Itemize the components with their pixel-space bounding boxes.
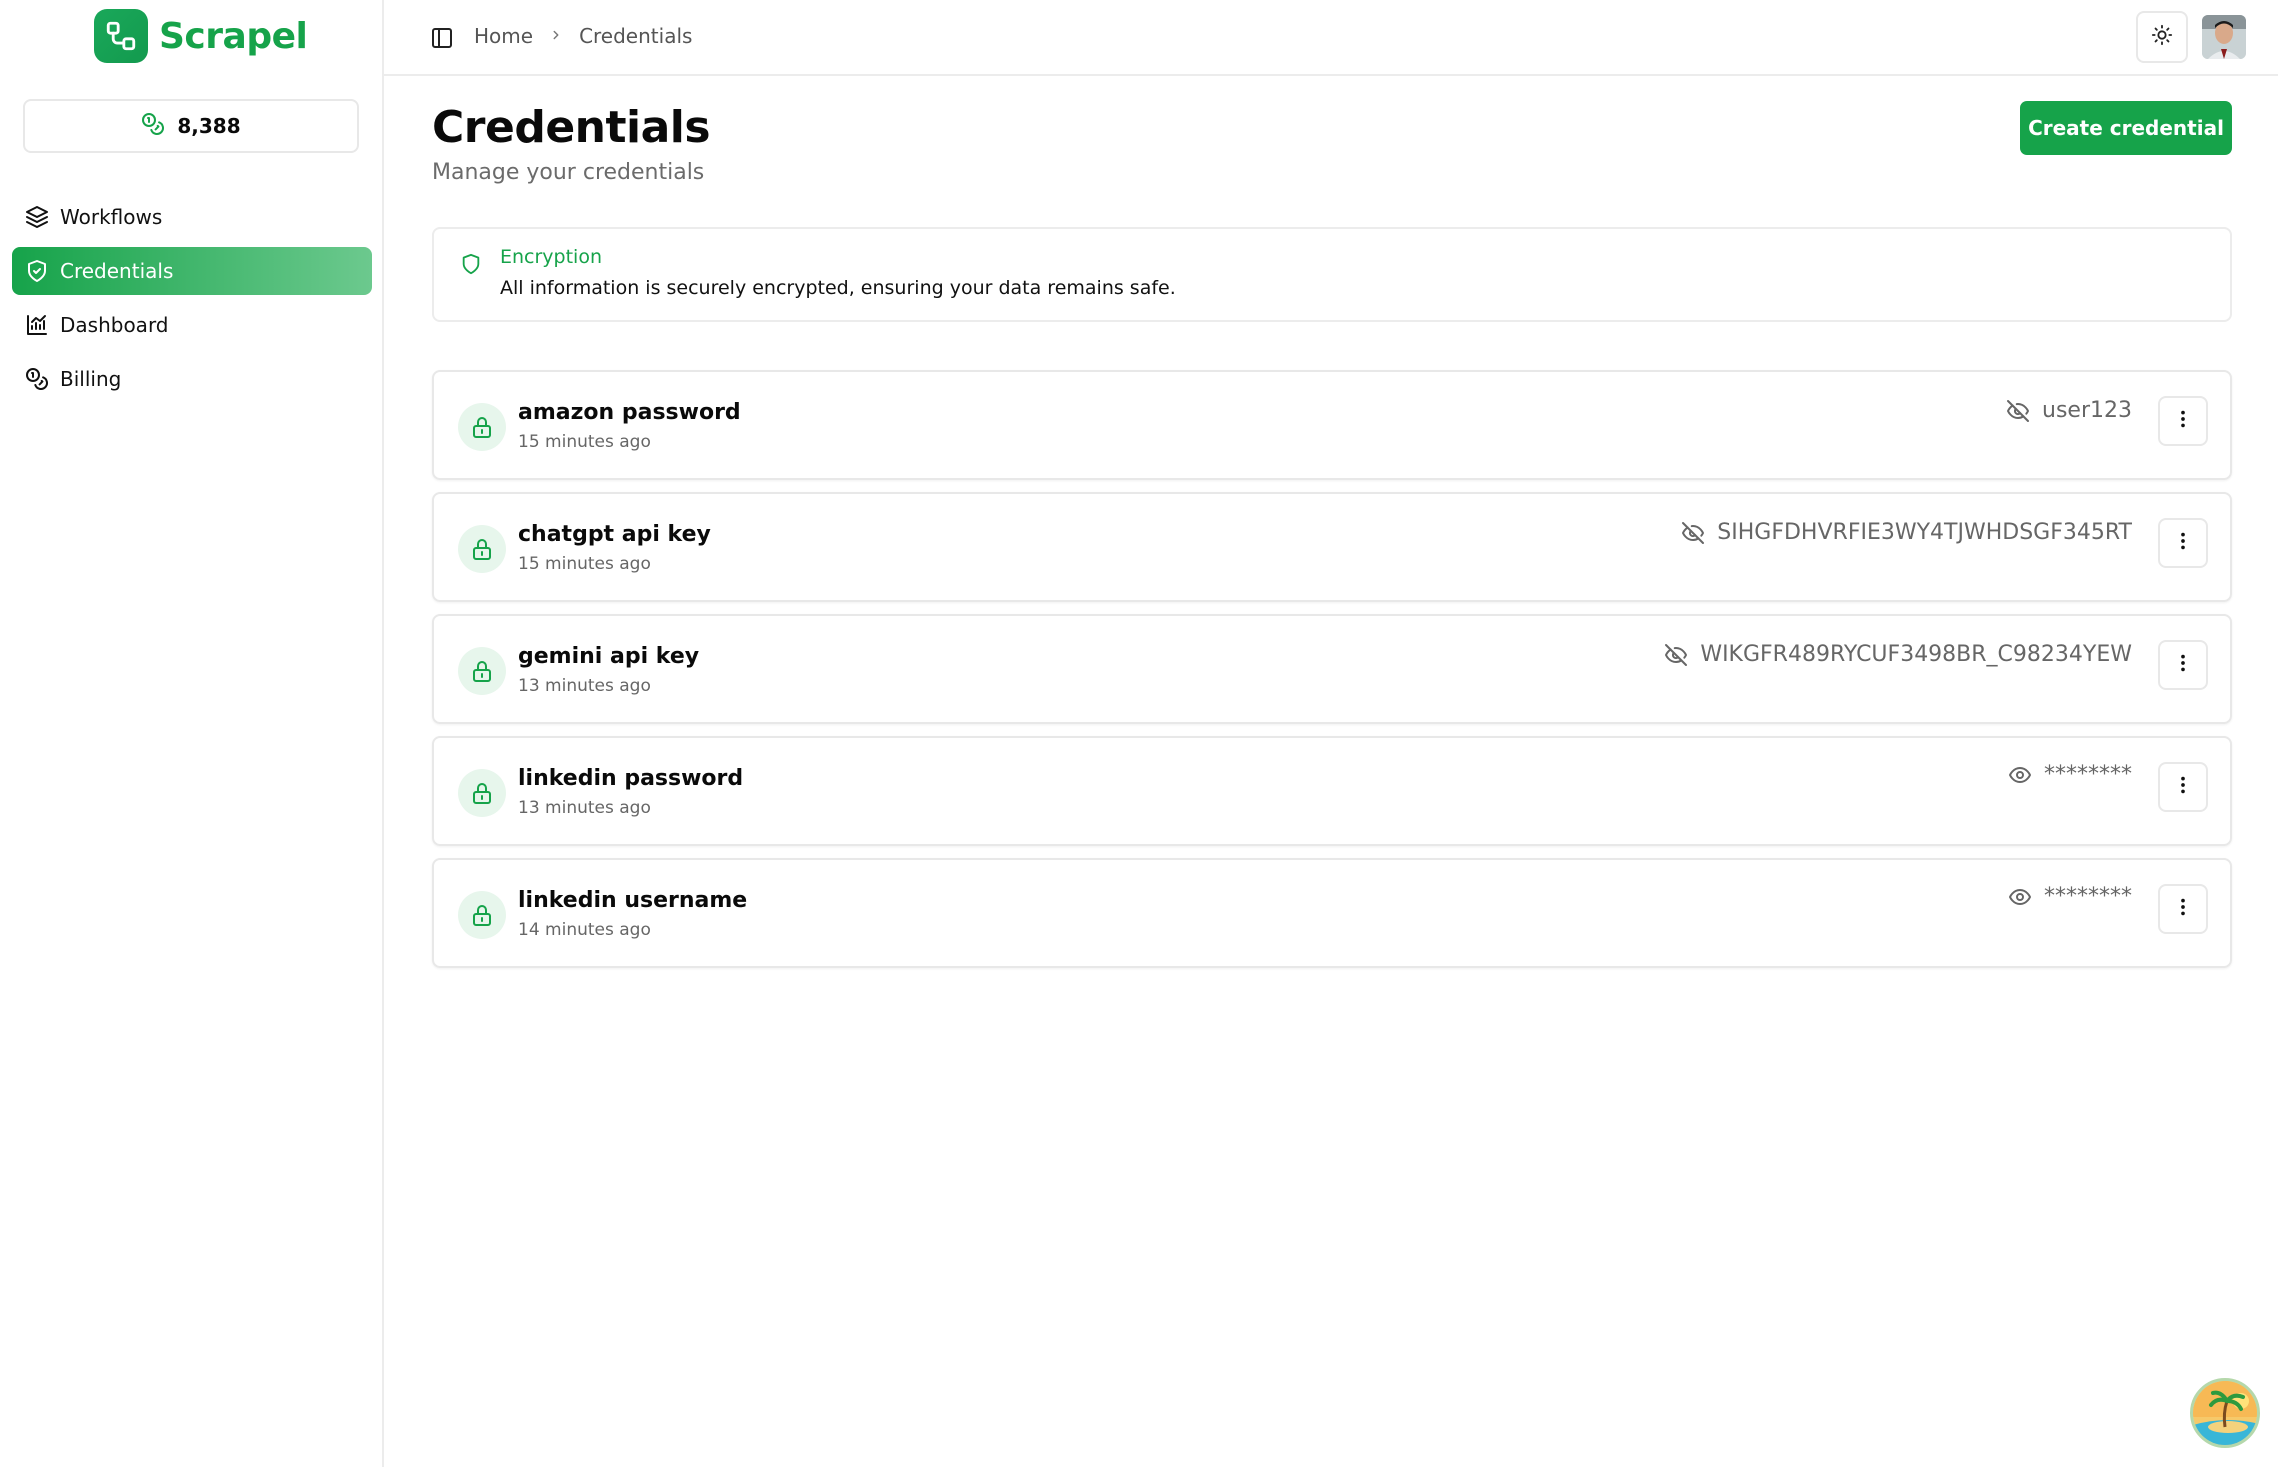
credential-name: amazon password [518,400,741,425]
credential-card: linkedin username 14 minutes ago *******… [432,858,2232,968]
credential-value-text: user123 [2042,398,2132,423]
lock-icon [458,891,506,939]
floating-widget-button[interactable] [2190,1378,2260,1448]
credential-value: SIHGFDHVRFIE3WY4TJWHDSGF345RT [1681,520,2132,545]
page-subtitle: Manage your credentials [432,160,705,185]
breadcrumb: Home Credentials [474,24,692,48]
credential-value-text: ******** [2044,762,2132,787]
page-title: Credentials [432,102,711,153]
credits-display[interactable]: 8,388 [23,99,359,153]
credential-card: chatgpt api key 15 minutes ago SIHGFDHVR… [432,492,2232,602]
credential-card: amazon password 15 minutes ago user123 [432,370,2232,480]
alert-description: All information is securely encrypted, e… [500,277,1176,299]
more-options-button[interactable] [2158,640,2208,690]
sidebar-item-label: Billing [60,367,122,391]
sidebar-item-workflows[interactable]: Workflows [12,193,372,241]
credential-value: WIKGFR489RYCUF3498BR_C98234YEW [1664,642,2132,667]
more-options-button[interactable] [2158,396,2208,446]
credential-time: 13 minutes ago [518,676,651,696]
more-vertical-icon [2172,774,2194,800]
credential-name: chatgpt api key [518,522,711,547]
credential-value-text: ******** [2044,884,2132,909]
sidebar-toggle-icon[interactable] [430,26,454,50]
credential-value: ******** [2008,762,2132,787]
eye-off-icon[interactable] [1664,643,1688,667]
topbar: Home Credentials [384,0,2278,76]
sidebar-item-label: Workflows [60,205,163,229]
layers-icon [24,204,50,230]
more-vertical-icon [2172,530,2194,556]
sidebar-item-label: Dashboard [60,313,169,337]
sun-icon [2151,24,2173,50]
credential-time: 15 minutes ago [518,554,651,574]
brand[interactable]: Scrapel [94,9,308,63]
sidebar-item-billing[interactable]: Billing [12,355,372,403]
coins-icon [24,366,50,392]
eye-off-icon[interactable] [1681,521,1705,545]
more-options-button[interactable] [2158,518,2208,568]
credential-card: gemini api key 13 minutes ago WIKGFR489R… [432,614,2232,724]
shield-icon [460,253,482,279]
credential-value-text: SIHGFDHVRFIE3WY4TJWHDSGF345RT [1717,520,2132,545]
coins-icon [141,112,165,140]
logo-icon [94,9,148,63]
lock-icon [458,525,506,573]
credential-time: 14 minutes ago [518,920,651,940]
lock-icon [458,403,506,451]
sidebar-nav: Workflows Credentials Dashboard Billing [12,193,372,409]
credential-value: user123 [2006,398,2132,423]
more-vertical-icon [2172,652,2194,678]
brand-name: Scrapel [159,15,308,57]
encryption-alert: Encryption All information is securely e… [432,227,2232,322]
sidebar-item-dashboard[interactable]: Dashboard [12,301,372,349]
avatar[interactable] [2202,15,2246,59]
credential-card: linkedin password 13 minutes ago *******… [432,736,2232,846]
breadcrumb-current: Credentials [579,24,693,48]
beach-icon [2193,1381,2257,1445]
eye-off-icon[interactable] [2006,399,2030,423]
alert-title: Encryption [500,246,603,268]
more-options-button[interactable] [2158,762,2208,812]
sidebar-item-credentials[interactable]: Credentials [12,247,372,295]
credential-name: linkedin username [518,888,748,913]
more-vertical-icon [2172,896,2194,922]
lock-icon [458,769,506,817]
credential-time: 13 minutes ago [518,798,651,818]
credential-name: gemini api key [518,644,700,669]
credential-value: ******** [2008,884,2132,909]
more-options-button[interactable] [2158,884,2208,934]
chart-icon [24,312,50,338]
lock-icon [458,647,506,695]
chevron-right-icon [549,26,563,47]
more-vertical-icon [2172,408,2194,434]
shield-check-icon [24,258,50,284]
eye-icon[interactable] [2008,885,2032,909]
sidebar-item-label: Credentials [60,259,174,283]
credits-count: 8,388 [177,114,241,138]
credential-time: 15 minutes ago [518,432,651,452]
breadcrumb-home[interactable]: Home [474,24,533,48]
eye-icon[interactable] [2008,763,2032,787]
sidebar: Scrapel 8,388 Workflows Credentials Dash… [0,0,384,1467]
create-credential-button[interactable]: Create credential [2020,101,2232,155]
theme-toggle-button[interactable] [2136,11,2188,63]
credential-name: linkedin password [518,766,744,791]
credential-value-text: WIKGFR489RYCUF3498BR_C98234YEW [1700,642,2132,667]
